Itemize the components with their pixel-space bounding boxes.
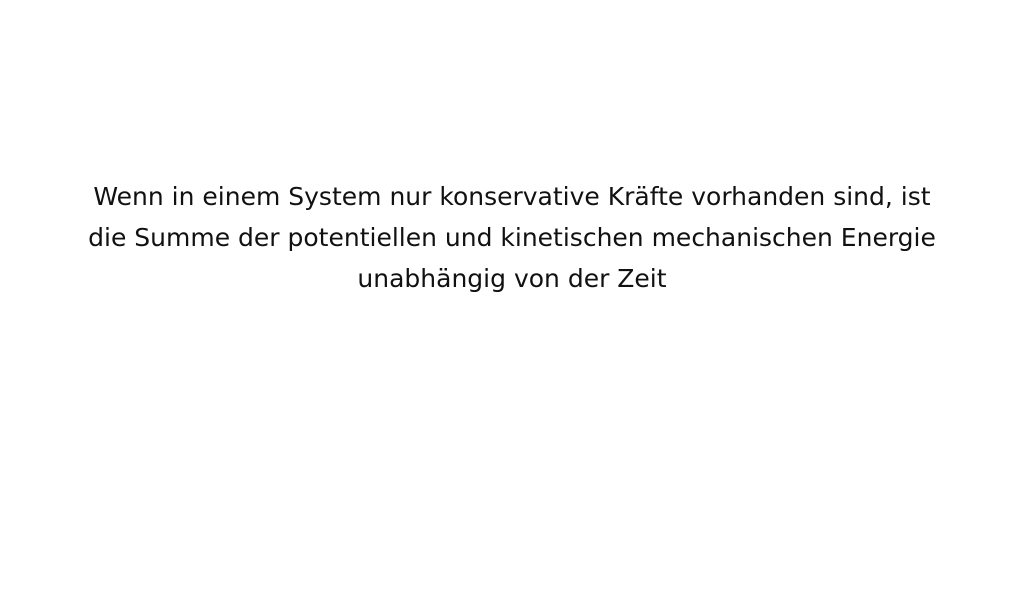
statement-line-3: unabhängig von der Zeit bbox=[357, 264, 667, 293]
statement-line-2: die Summe der potentiellen und kinetisch… bbox=[88, 223, 936, 252]
statement-line-1: Wenn in einem System nur konservative Kr… bbox=[93, 182, 931, 211]
slide: Wenn in einem System nur konservative Kr… bbox=[0, 0, 1024, 598]
statement-text: Wenn in einem System nur konservative Kr… bbox=[0, 176, 1024, 299]
